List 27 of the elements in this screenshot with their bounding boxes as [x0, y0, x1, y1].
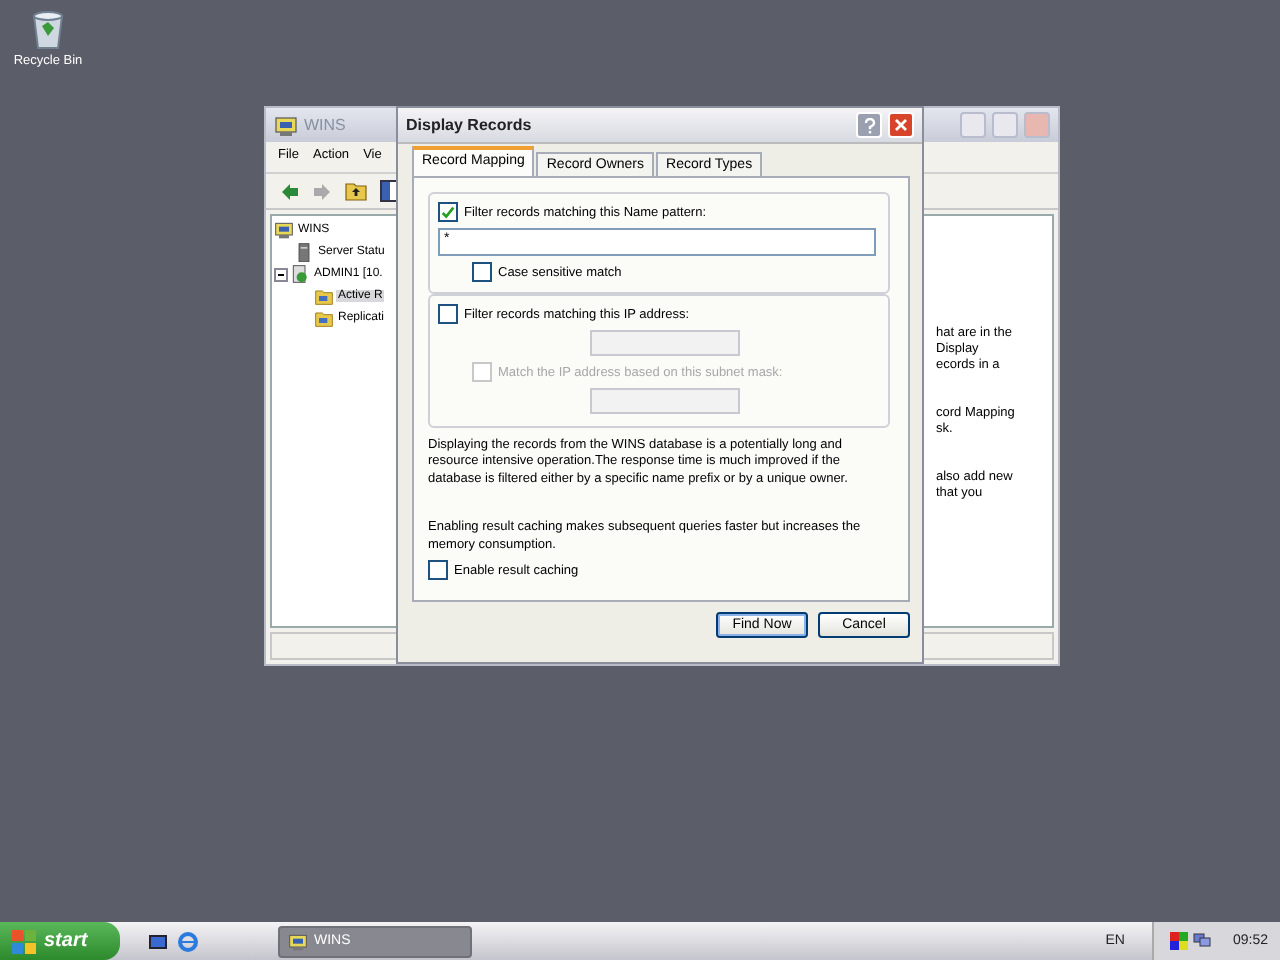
- tray-icon: [1170, 932, 1189, 950]
- ip-address-field[interactable]: [590, 330, 740, 356]
- checkbox[interactable]: [438, 202, 458, 222]
- windows-logo-icon: [12, 929, 36, 953]
- window-title: WINS: [304, 116, 346, 134]
- checkbox[interactable]: [438, 304, 458, 324]
- browser-icon[interactable]: [178, 931, 198, 951]
- folder-icon: [314, 308, 334, 328]
- question-mark-icon: [863, 117, 875, 133]
- dialog-title: Display Records: [406, 116, 532, 134]
- forward-arrow-icon: [312, 181, 332, 201]
- subnet-mask-field[interactable]: [590, 388, 740, 414]
- computer-icon: [290, 264, 310, 284]
- server-icon: [294, 242, 314, 262]
- app-icon: [274, 113, 298, 137]
- checkbox[interactable]: [428, 560, 448, 581]
- app-icon: [288, 931, 308, 951]
- expander-icon[interactable]: [274, 267, 288, 281]
- network-icon: [1192, 932, 1213, 950]
- checkbox[interactable]: [472, 262, 492, 282]
- close-icon: [894, 118, 908, 132]
- help-button[interactable]: [856, 112, 882, 138]
- app-icon: [274, 220, 294, 240]
- show-desktop-icon[interactable]: [148, 931, 168, 951]
- up-folder-icon: [344, 180, 368, 202]
- back-arrow-icon: [280, 181, 300, 201]
- folder-icon: [314, 286, 334, 306]
